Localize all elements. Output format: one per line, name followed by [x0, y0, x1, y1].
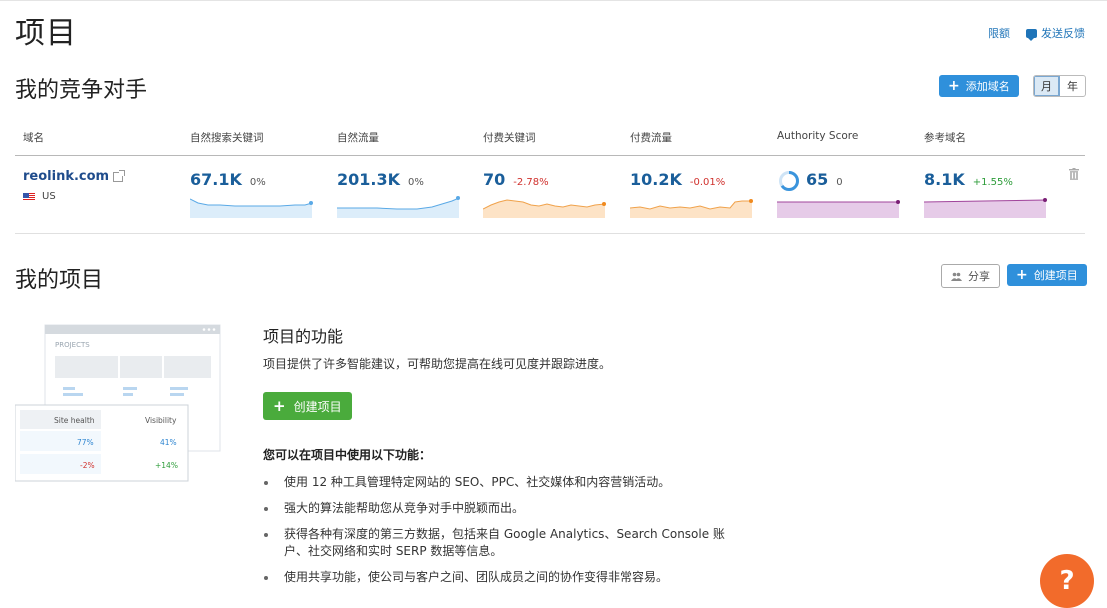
organic-traffic-metric: 201.3K 0% — [337, 170, 424, 189]
paid-traffic-metric: 10.2K -0.01% — [630, 170, 725, 189]
plus-icon: + — [948, 78, 960, 94]
column-header-authority-score: Authority Score — [777, 130, 859, 142]
plus-icon: + — [273, 397, 286, 415]
create-project-label: 创建项目 — [293, 399, 342, 414]
column-header-referring-domains: 参考域名 — [924, 132, 966, 144]
competitors-title: 我的竞争对手 — [15, 78, 148, 103]
authority-score-donut — [779, 171, 799, 191]
create-project-header-button[interactable]: + 创建项目 — [1007, 264, 1087, 286]
chat-bubble-icon — [1026, 28, 1037, 41]
mockup-visibility-value-2: +14% — [155, 461, 178, 470]
top-links: 限额 发送反馈 — [988, 25, 1085, 41]
trash-icon[interactable] — [1069, 168, 1079, 180]
competitor-domain-link[interactable]: reolink.com — [23, 169, 126, 184]
mockup-site-health-value-2: -2% — [80, 461, 95, 470]
column-header-domain: 域名 — [23, 132, 44, 144]
competitor-domain: reolink.com — [23, 169, 110, 184]
authority-score-value: 65 — [806, 170, 829, 189]
plus-icon: + — [1016, 267, 1028, 283]
mockup-visibility-value-1: 41% — [160, 438, 177, 447]
add-domain-button[interactable]: + 添加域名 — [939, 75, 1019, 97]
authority-score-sparkline — [777, 200, 900, 218]
feature-description: 项目提供了许多智能建议，可帮助您提高在线可见度并跟踪进度。 — [263, 357, 612, 371]
feedback-label: 发送反馈 — [1041, 27, 1085, 40]
column-header-paid-keywords: 付费关键词 — [483, 132, 536, 144]
organic-traffic-value: 201.3K — [337, 170, 401, 189]
page-title: 项目 — [15, 16, 77, 51]
paid-traffic-value: 10.2K — [630, 170, 682, 189]
mockup-projects-header: PROJECTS — [55, 341, 90, 349]
mockup-site-health-value-1: 77% — [77, 438, 94, 447]
external-link-icon — [113, 169, 126, 182]
create-project-button[interactable]: + 创建项目 — [263, 392, 352, 420]
period-toggle: 月 年 — [1033, 75, 1086, 97]
organic-keywords-sparkline — [190, 198, 313, 218]
referring-domains-sparkline — [924, 198, 1047, 218]
referring-domains-metric: 8.1K +1.55% — [924, 170, 1013, 189]
paid-keywords-change: -2.78% — [513, 177, 549, 188]
column-header-organic-keywords: 自然搜索关键词 — [190, 132, 264, 144]
feedback-link[interactable]: 发送反馈 — [1026, 25, 1085, 41]
organic-keywords-metric: 67.1K 0% — [190, 170, 266, 189]
feature-item: 获得各种有深度的第三方数据，包括来自 Google Analytics、Sear… — [263, 526, 744, 560]
authority-score-change: 0 — [836, 177, 843, 188]
us-flag-icon — [23, 193, 35, 201]
country-code: US — [42, 191, 56, 202]
organic-traffic-sparkline — [337, 196, 460, 218]
features-list: 使用 12 种工具管理特定网站的 SEO、PPC、社交媒体和内容营销活动。 强大… — [263, 474, 744, 595]
paid-keywords-metric: 70 -2.78% — [483, 170, 549, 189]
share-label: 分享 — [968, 270, 990, 283]
projects-title: 我的项目 — [15, 268, 104, 293]
paid-traffic-sparkline — [630, 199, 753, 218]
column-header-paid-traffic: 付费流量 — [630, 132, 672, 144]
competitors-table-header: 域名 自然搜索关键词 自然流量 付费关键词 付费流量 Authority Sco… — [15, 130, 1085, 156]
authority-score-metric: 65 0 — [806, 170, 843, 189]
top-border — [0, 0, 1107, 1]
feature-title: 项目的功能 — [263, 327, 344, 346]
period-month-button[interactable]: 月 — [1034, 76, 1060, 96]
features-heading: 您可以在项目中使用以下功能： — [263, 448, 432, 462]
paid-keywords-value: 70 — [483, 170, 506, 189]
paid-keywords-sparkline — [483, 199, 606, 218]
projects-mockup-graphic — [15, 324, 221, 482]
share-button[interactable]: 分享 — [941, 264, 1000, 288]
paid-traffic-change: -0.01% — [689, 177, 726, 188]
organic-keywords-change: 0% — [249, 177, 266, 188]
organic-traffic-change: 0% — [408, 177, 424, 188]
referring-domains-change: +1.55% — [972, 177, 1013, 188]
people-icon — [951, 272, 962, 281]
mockup-visibility-header: Visibility — [145, 416, 177, 425]
feature-item: 使用 12 种工具管理特定网站的 SEO、PPC、社交媒体和内容营销活动。 — [263, 474, 744, 491]
feature-item: 使用共享功能，使公司与客户之间、团队成员之间的协作变得非常容易。 — [263, 569, 744, 586]
limits-link[interactable]: 限额 — [988, 25, 1010, 41]
feature-item: 强大的算法能帮助您从竞争对手中脱颖而出。 — [263, 500, 744, 517]
add-domain-label: 添加域名 — [965, 80, 1010, 93]
organic-keywords-value: 67.1K — [190, 170, 242, 189]
create-project-header-label: 创建项目 — [1033, 269, 1078, 282]
projects-illustration: PROJECTS Site health Visibility 77% 41% … — [15, 323, 221, 483]
mockup-site-health-header: Site health — [54, 416, 95, 425]
help-button[interactable]: ? — [1040, 554, 1094, 608]
period-year-button[interactable]: 年 — [1060, 76, 1085, 96]
referring-domains-value: 8.1K — [924, 170, 965, 189]
column-header-organic-traffic: 自然流量 — [337, 132, 379, 144]
competitor-row: reolink.com US 67.1K 0% 201.3K 0% 70 -2.… — [15, 156, 1085, 234]
